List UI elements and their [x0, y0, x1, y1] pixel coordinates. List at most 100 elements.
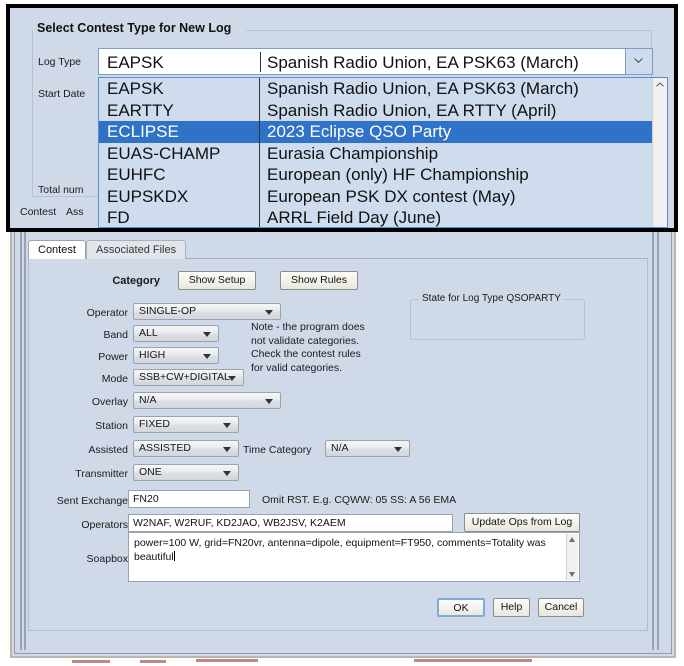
- overlay-value: N/A: [139, 394, 157, 406]
- soapbox-scrollbar[interactable]: [566, 534, 578, 580]
- chevron-down-icon: [223, 447, 231, 452]
- overlay-label: Overlay: [60, 395, 128, 409]
- log-type-combobox[interactable]: EAPSK Spanish Radio Union, EA PSK63 (Mar…: [98, 48, 653, 75]
- dialog-title-rule: [246, 30, 652, 31]
- window-right-rail: [652, 232, 659, 650]
- list-item[interactable]: FD ARRL Field Day (June): [99, 207, 654, 228]
- list-item-selected[interactable]: ECLIPSE 2023 Eclipse QSO Party: [99, 121, 654, 143]
- overlay-select[interactable]: N/A: [133, 392, 281, 409]
- soapbox-value: power=100 W, grid=FN20vr, antenna=dipole…: [134, 537, 546, 563]
- option-desc: Spanish Radio Union, EA RTTY (April): [267, 101, 556, 121]
- option-desc: Eurasia Championship: [267, 144, 438, 164]
- update-ops-from-log-button[interactable]: Update Ops from Log: [464, 513, 580, 532]
- triangle-up-icon[interactable]: [569, 537, 575, 542]
- operator-label: Operator: [60, 306, 128, 320]
- show-setup-button[interactable]: Show Setup: [178, 271, 256, 290]
- option-code: EUPSKDX: [107, 187, 188, 207]
- option-code: EUHFC: [107, 165, 166, 185]
- list-item[interactable]: EUHFC European (only) HF Championship: [99, 164, 654, 186]
- window-shadow-artifact: [196, 659, 258, 662]
- assisted-select[interactable]: ASSISTED: [133, 440, 239, 457]
- option-desc: Spanish Radio Union, EA PSK63 (March): [267, 79, 579, 99]
- log-type-selected-code: EAPSK: [107, 53, 164, 73]
- time-category-value: N/A: [331, 442, 349, 454]
- band-label: Band: [60, 328, 128, 342]
- chevron-down-icon: [223, 423, 231, 428]
- option-desc: European (only) HF Championship: [267, 165, 529, 185]
- category-heading: Category: [70, 274, 160, 288]
- assisted-label: Assisted: [52, 443, 128, 457]
- list-item[interactable]: EUAS-CHAMP Eurasia Championship: [99, 143, 654, 165]
- select-contest-type-dialog: Select Contest Type for New Log Log Type…: [6, 4, 678, 232]
- option-code: ECLIPSE: [107, 122, 179, 142]
- dropdown-scrollbar[interactable]: [652, 78, 667, 227]
- start-date-label: Start Date: [38, 88, 85, 100]
- text-caret: [174, 551, 175, 561]
- cancel-button[interactable]: Cancel: [538, 598, 584, 617]
- chevron-down-icon: [265, 399, 273, 404]
- tab-associated-files[interactable]: Associated Files: [86, 240, 186, 259]
- show-rules-button[interactable]: Show Rules: [280, 271, 358, 290]
- log-type-dropdown-list[interactable]: EAPSK Spanish Radio Union, EA PSK63 (Mar…: [98, 77, 668, 228]
- sent-exchange-label: Sent Exchange: [38, 494, 128, 508]
- window-shadow-artifact: [140, 660, 166, 663]
- window-left-rail: [20, 232, 26, 650]
- state-groupbox: State for Log Type QSOPARTY: [410, 299, 585, 340]
- time-category-select[interactable]: N/A: [325, 440, 410, 457]
- behind-tab-contest[interactable]: Contest: [20, 206, 56, 218]
- chevron-down-icon: [634, 58, 643, 63]
- dropdown-column-separator: [259, 78, 260, 228]
- chevron-up-icon[interactable]: [656, 82, 664, 87]
- soapbox-label: Soapbox: [52, 552, 128, 566]
- state-groupbox-title: State for Log Type QSOPARTY: [419, 293, 564, 304]
- option-code: FD: [107, 208, 130, 228]
- dialog-title: Select Contest Type for New Log: [37, 21, 231, 35]
- operator-select[interactable]: SINGLE-OP: [133, 303, 281, 320]
- list-item[interactable]: EAPSK Spanish Radio Union, EA PSK63 (Mar…: [99, 78, 654, 100]
- station-label: Station: [60, 419, 128, 433]
- tab-contest[interactable]: Contest: [28, 240, 86, 259]
- operator-value: SINGLE-OP: [139, 305, 196, 317]
- band-value: ALL: [139, 327, 158, 339]
- log-type-dropdown-button[interactable]: [625, 49, 652, 74]
- log-type-label: Log Type: [38, 56, 81, 68]
- station-select[interactable]: FIXED: [133, 416, 239, 433]
- sent-exchange-hint: Omit RST. E.g. CQWW: 05 SS: A 56 EMA: [262, 494, 456, 506]
- band-select[interactable]: ALL: [133, 325, 219, 342]
- chevron-down-icon: [203, 354, 211, 359]
- ok-button[interactable]: OK: [437, 598, 485, 617]
- list-item[interactable]: EARTTY Spanish Radio Union, EA RTTY (Apr…: [99, 100, 654, 122]
- dialog-body: Select Contest Type for New Log Log Type…: [10, 8, 674, 228]
- triangle-down-icon[interactable]: [569, 572, 575, 577]
- log-type-selected-desc: Spanish Radio Union, EA PSK63 (March): [267, 53, 579, 73]
- help-button[interactable]: Help: [493, 598, 530, 617]
- window-shadow-artifact: [72, 660, 110, 663]
- list-item[interactable]: EUPSKDX European PSK DX contest (May): [99, 186, 654, 208]
- option-desc: ARRL Field Day (June): [267, 208, 441, 228]
- time-category-label: Time Category: [243, 443, 323, 457]
- power-select[interactable]: HIGH: [133, 347, 219, 364]
- transmitter-select[interactable]: ONE: [133, 464, 239, 481]
- option-desc: European PSK DX contest (May): [267, 187, 516, 207]
- sent-exchange-input[interactable]: FN20: [128, 490, 250, 508]
- contest-tabstrip: Contest Associated Files: [28, 240, 648, 260]
- option-desc: 2023 Eclipse QSO Party: [267, 122, 451, 142]
- transmitter-value: ONE: [139, 466, 162, 478]
- operators-input[interactable]: W2NAF, W2RUF, KD2JAO, WB2JSV, K2AEM: [128, 514, 453, 532]
- behind-tab-associated[interactable]: Ass: [66, 206, 84, 218]
- mode-select[interactable]: SSB+CW+DIGITAL: [133, 369, 244, 386]
- mode-label: Mode: [60, 372, 128, 386]
- log-type-column-separator: [260, 52, 261, 72]
- operators-label: Operators: [52, 518, 128, 532]
- transmitter-label: Transmitter: [44, 467, 128, 481]
- screen-root: Contest Associated Files Category Show S…: [0, 0, 684, 666]
- option-code: EARTTY: [107, 101, 174, 121]
- chevron-down-icon: [223, 471, 231, 476]
- soapbox-textarea[interactable]: power=100 W, grid=FN20vr, antenna=dipole…: [128, 532, 580, 582]
- station-value: FIXED: [139, 418, 170, 430]
- validation-note: Note - the program does not validate cat…: [251, 321, 381, 375]
- chevron-down-icon: [228, 376, 236, 381]
- total-num-label: Total num: [38, 184, 84, 196]
- mode-value: SSB+CW+DIGITAL: [139, 371, 230, 383]
- chevron-down-icon: [394, 447, 402, 452]
